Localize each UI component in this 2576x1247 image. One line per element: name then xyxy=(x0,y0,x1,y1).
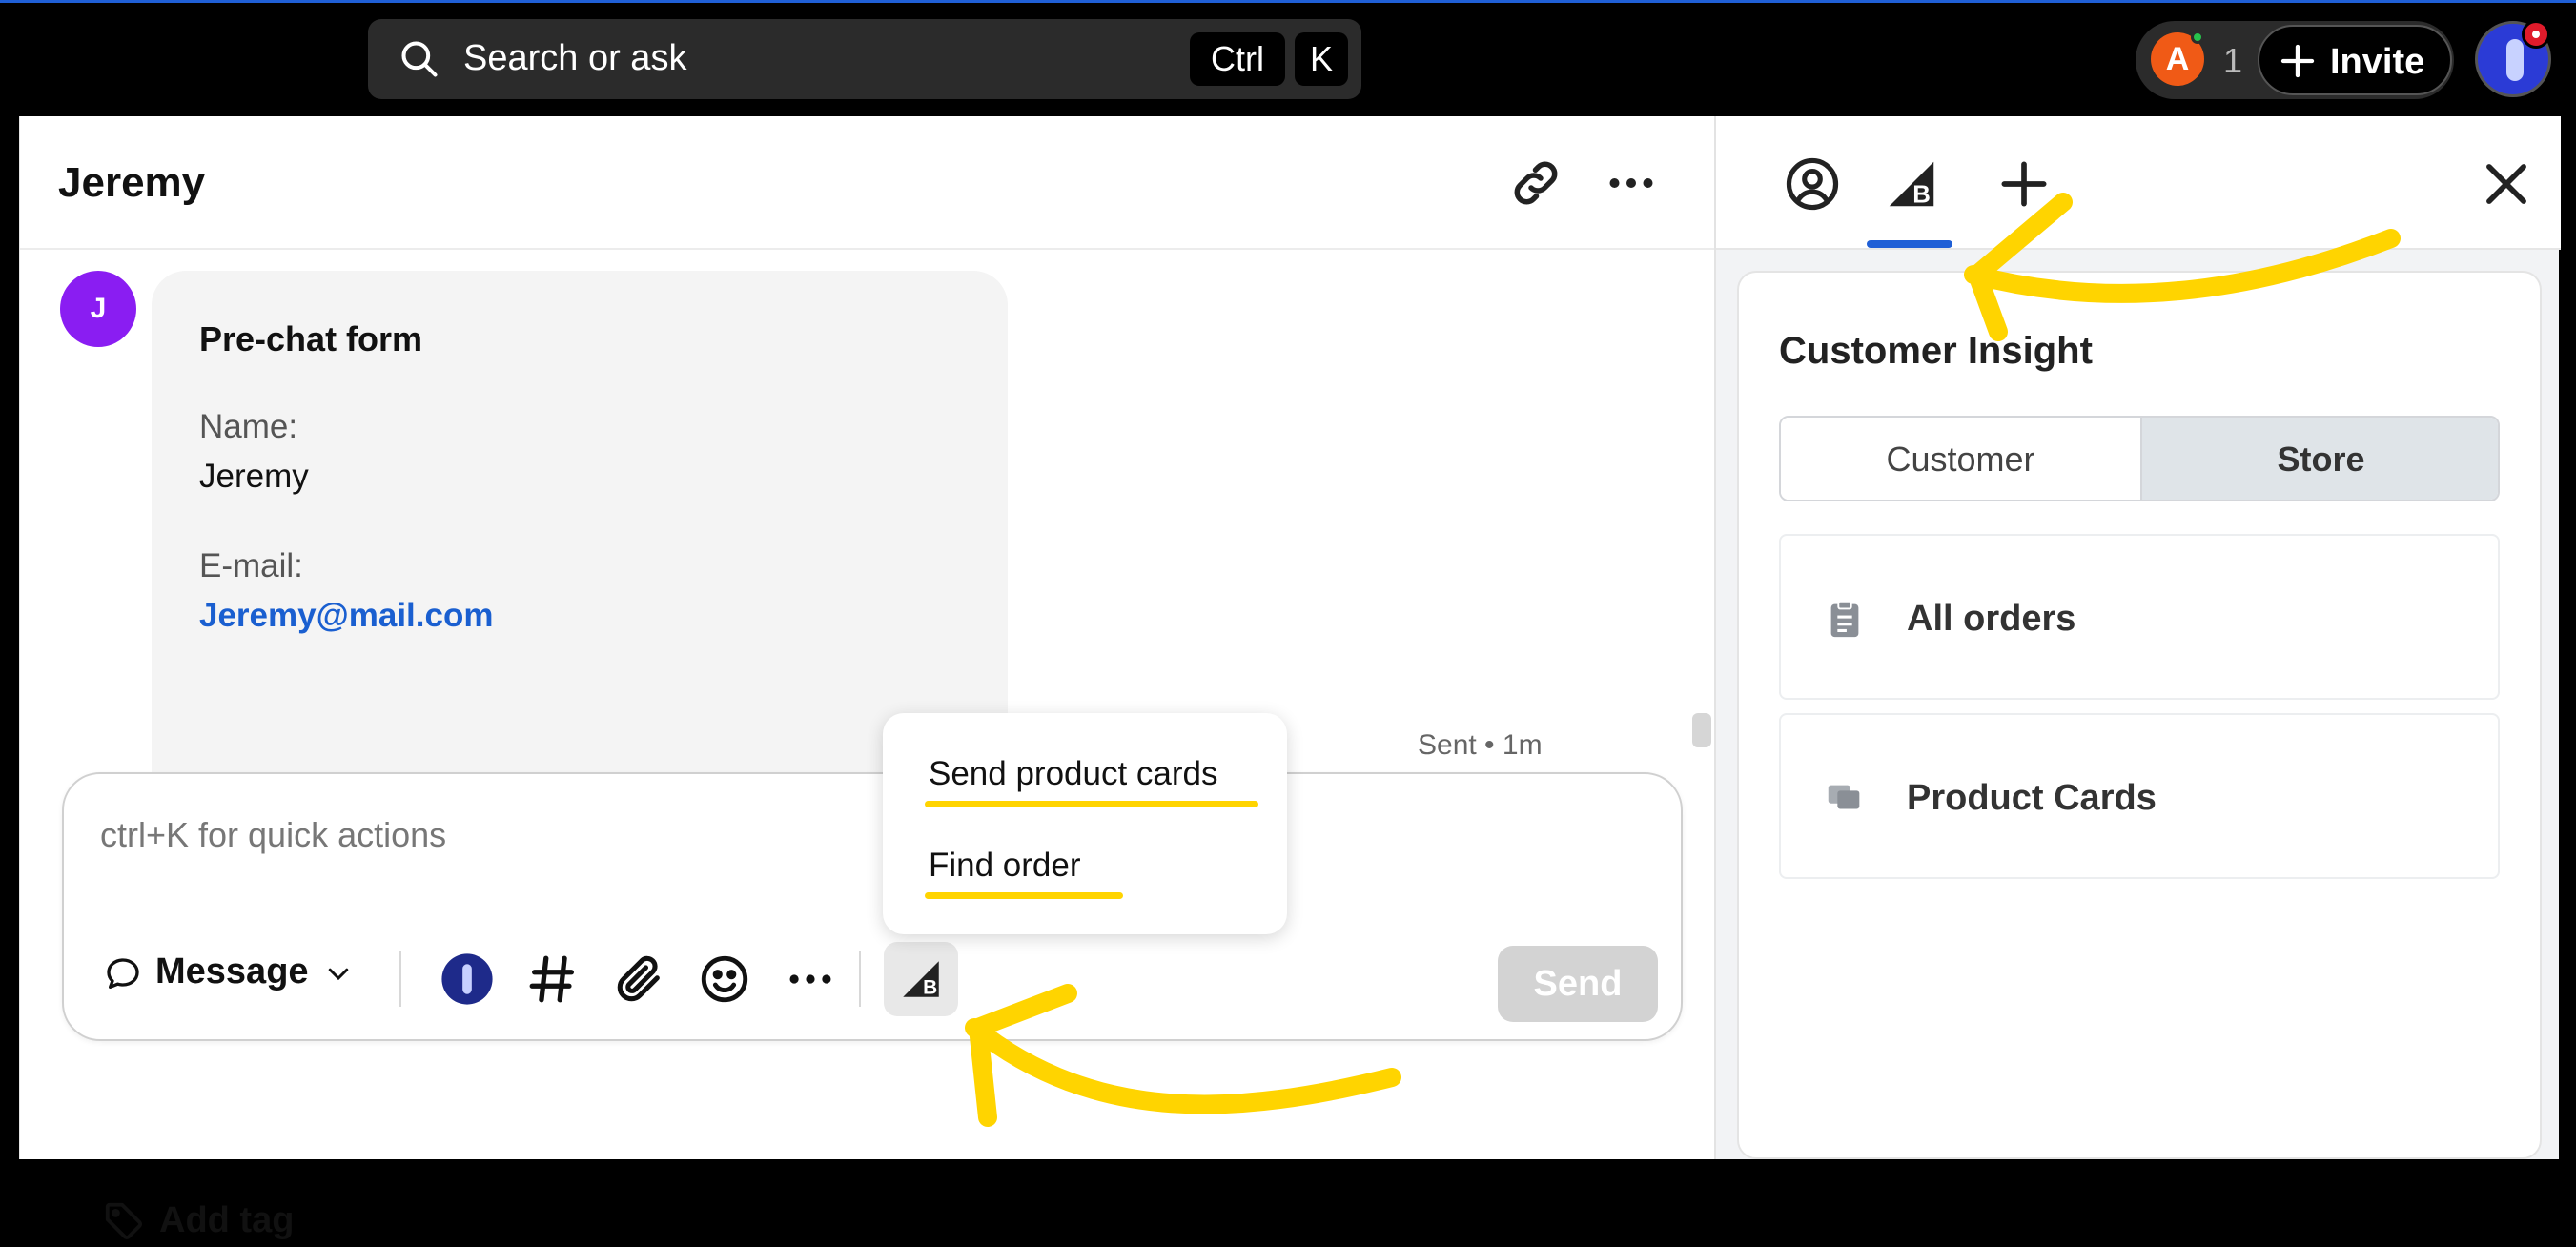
search-icon xyxy=(401,41,438,77)
ai-assistant-icon[interactable] xyxy=(440,951,495,1007)
clipboard-icon xyxy=(1830,600,1859,638)
notification-badge xyxy=(2522,20,2550,49)
bigcommerce-tab-icon[interactable]: B xyxy=(1882,154,1941,214)
more-options-icon[interactable] xyxy=(1603,154,1660,212)
emoji-icon[interactable] xyxy=(697,951,752,1007)
message-composer[interactable]: ctrl+K for quick actions Message B Send xyxy=(62,772,1683,1041)
chat-bubble-icon xyxy=(107,958,139,989)
add-app-icon[interactable] xyxy=(1994,154,2054,214)
send-button[interactable]: Send xyxy=(1498,946,1658,1022)
conversation-panel: Jeremy J Pre-chat form Name: Jeremy E-ma… xyxy=(19,116,1715,1240)
all-orders-label: All orders xyxy=(1907,599,2076,639)
customer-insight-panel: B Customer Insight Customer Store All or… xyxy=(1714,116,2561,1159)
message-status: Sent • 1m xyxy=(1418,729,1543,761)
attachment-icon[interactable] xyxy=(611,951,666,1007)
segmented-control: Customer Store xyxy=(1779,416,2500,501)
product-cards-label: Product Cards xyxy=(1907,778,2157,818)
prechat-form-message: Pre-chat form Name: Jeremy E-mail: Jerem… xyxy=(152,271,1008,807)
svg-text:B: B xyxy=(1912,181,1931,208)
chevron-down-icon xyxy=(328,968,349,981)
tag-icon xyxy=(105,1202,142,1239)
presence-group: A 1 Invite xyxy=(2136,21,2454,99)
hashtag-icon[interactable] xyxy=(525,951,581,1007)
close-icon[interactable] xyxy=(2477,154,2536,214)
contact-profile-icon[interactable] xyxy=(1783,154,1842,214)
shortcut-key-k: K xyxy=(1295,32,1348,86)
shortcut-key-ctrl: Ctrl xyxy=(1190,32,1285,86)
menu-item-send-product-cards[interactable]: Send product cards xyxy=(925,753,1258,807)
bigcommerce-icon: B xyxy=(903,961,939,999)
product-cards-row[interactable]: Product Cards xyxy=(1779,713,2500,879)
top-bar: Search or ask Ctrl K A 1 Invite xyxy=(0,0,2576,116)
svg-text:B: B xyxy=(923,977,937,999)
active-tab-indicator xyxy=(1867,240,1952,248)
search-bar[interactable]: Search or ask Ctrl K xyxy=(368,19,1361,99)
highlight-underline xyxy=(925,892,1123,899)
invite-label: Invite xyxy=(2330,42,2425,82)
menu-item-label: Find order xyxy=(929,847,1081,884)
conversation-header: Jeremy xyxy=(20,116,1715,250)
panel-title: Customer Insight xyxy=(1779,330,2093,372)
contact-name: Jeremy xyxy=(58,159,206,206)
copy-link-icon[interactable] xyxy=(1507,154,1564,212)
side-panel-tabs: B xyxy=(1716,116,2561,250)
email-label: E-mail: xyxy=(199,547,303,584)
name-label: Name: xyxy=(199,408,298,445)
menu-item-find-order[interactable]: Find order xyxy=(925,845,1123,899)
scrollbar-thumb[interactable] xyxy=(1692,713,1711,747)
customer-insight-card: Customer Insight Customer Store All orde… xyxy=(1737,271,2542,1159)
online-count: 1 xyxy=(2223,41,2243,80)
user-profile-avatar[interactable] xyxy=(2475,20,2551,97)
message-type-label: Message xyxy=(155,951,309,991)
more-tools-icon[interactable] xyxy=(783,951,838,1007)
add-tag-label: Add tag xyxy=(159,1200,295,1240)
segment-customer[interactable]: Customer xyxy=(1781,418,2140,500)
menu-item-label: Send product cards xyxy=(929,755,1218,792)
top-accent-line xyxy=(0,0,2576,3)
bigcommerce-app-button[interactable]: B xyxy=(884,942,958,1016)
online-status-dot xyxy=(2191,31,2204,44)
search-placeholder: Search or ask xyxy=(463,38,687,78)
app-logo-icon xyxy=(2506,39,2524,81)
composer-placeholder: ctrl+K for quick actions xyxy=(100,815,447,854)
bigcommerce-actions-menu: Send product cards Find order xyxy=(883,713,1287,934)
toolbar-divider xyxy=(859,951,861,1007)
email-link[interactable]: Jeremy@mail.com xyxy=(199,595,493,637)
product-cards-icon xyxy=(1828,785,1860,809)
name-value: Jeremy xyxy=(199,458,309,495)
segment-store[interactable]: Store xyxy=(2140,418,2498,500)
contact-avatar: J xyxy=(60,271,136,347)
highlight-underline xyxy=(925,801,1258,807)
prechat-title: Pre-chat form xyxy=(199,319,423,358)
toolbar-divider xyxy=(399,951,401,1007)
invite-button[interactable]: Invite xyxy=(2258,25,2452,95)
plus-icon xyxy=(2280,44,2315,78)
all-orders-row[interactable]: All orders xyxy=(1779,534,2500,700)
